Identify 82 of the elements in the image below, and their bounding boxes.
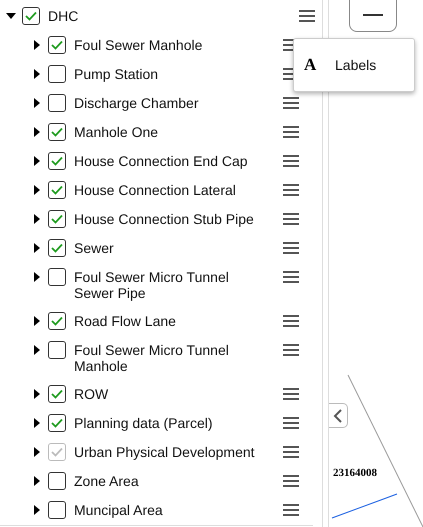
menu-icon[interactable] <box>283 213 299 225</box>
check-icon <box>51 156 63 166</box>
checkbox[interactable] <box>48 268 66 286</box>
check-icon <box>51 127 63 137</box>
caret-right-icon[interactable] <box>34 243 40 253</box>
menu-icon[interactable] <box>283 97 299 109</box>
caret-right-icon[interactable] <box>34 40 40 50</box>
layer-name: Planning data (Parcel) <box>74 414 214 431</box>
layer-name: House Connection Lateral <box>74 181 237 198</box>
caret-right-icon[interactable] <box>34 316 40 326</box>
caret-right-icon[interactable] <box>34 69 40 79</box>
layer-name: House Connection Stub Pipe <box>74 210 255 227</box>
checkbox[interactable] <box>48 123 66 141</box>
caret-right-icon[interactable] <box>34 272 40 282</box>
check-icon <box>51 40 63 50</box>
map-label: 23164008 <box>333 467 377 479</box>
check-icon <box>25 11 37 21</box>
layer-name: Road Flow Lane <box>74 312 177 329</box>
layer-name: DHC <box>48 7 80 24</box>
caret-right-icon[interactable] <box>34 156 40 166</box>
layer-name: Foul Sewer Micro Tunnel Manhole <box>74 341 230 374</box>
layer-name: Manhole One <box>74 123 160 140</box>
checkbox[interactable] <box>48 414 66 432</box>
menu-icon[interactable] <box>283 446 299 458</box>
menu-icon[interactable] <box>283 126 299 138</box>
caret-down-icon[interactable] <box>6 13 16 19</box>
checkbox[interactable] <box>22 7 40 25</box>
checkbox[interactable] <box>48 239 66 257</box>
caret-right-icon[interactable] <box>34 345 40 355</box>
collapse-button[interactable] <box>329 403 348 428</box>
menu-icon[interactable] <box>283 155 299 167</box>
menu-icon[interactable] <box>283 417 299 429</box>
layer-name: House Connection End Cap <box>74 152 249 169</box>
menu-icon[interactable] <box>283 184 299 196</box>
menu-item[interactable]: A Labels <box>294 39 414 91</box>
layer-name: Urban Physical Development <box>74 443 256 460</box>
checkbox[interactable] <box>48 341 66 359</box>
check-icon <box>51 389 63 399</box>
layer-name: Foul Sewer Manhole <box>74 36 204 53</box>
checkbox[interactable] <box>48 65 66 83</box>
check-icon <box>51 243 63 253</box>
checkbox[interactable] <box>48 36 66 54</box>
minus-icon <box>363 14 383 16</box>
checkbox[interactable] <box>48 501 66 519</box>
checkbox[interactable] <box>48 94 66 112</box>
checkbox[interactable] <box>48 181 66 199</box>
layer-name: Foul Sewer Micro Tunnel Sewer Pipe <box>74 268 230 301</box>
caret-right-icon[interactable] <box>34 476 40 486</box>
layer-name: ROW <box>74 385 110 402</box>
checkbox[interactable] <box>48 385 66 403</box>
layer-name: Zone Area <box>74 472 140 489</box>
layer-name: Muncipal Area <box>74 501 164 518</box>
check-icon <box>51 316 63 326</box>
caret-right-icon[interactable] <box>34 185 40 195</box>
menu-icon[interactable] <box>299 10 315 22</box>
caret-right-icon[interactable] <box>34 389 40 399</box>
caret-right-icon[interactable] <box>34 505 40 515</box>
checkbox[interactable] <box>48 472 66 490</box>
menu-icon[interactable] <box>283 388 299 400</box>
layer-name: Pump Station <box>74 65 160 82</box>
layer-name: Discharge Chamber <box>74 94 200 111</box>
menu-icon[interactable] <box>283 271 299 283</box>
checkbox[interactable] <box>48 152 66 170</box>
checkbox[interactable] <box>48 312 66 330</box>
menu-icon[interactable] <box>283 344 299 356</box>
check-icon <box>51 214 63 224</box>
menu-icon[interactable] <box>283 315 299 327</box>
layer-name: Sewer <box>74 239 115 256</box>
caret-right-icon[interactable] <box>34 214 40 224</box>
checkbox[interactable] <box>48 210 66 228</box>
menu-icon[interactable] <box>283 475 299 487</box>
caret-right-icon[interactable] <box>34 127 40 137</box>
check-icon <box>51 185 63 195</box>
menu-icon[interactable] <box>283 242 299 254</box>
caret-right-icon[interactable] <box>34 418 40 428</box>
chevron-left-icon <box>333 408 343 422</box>
caret-right-icon[interactable] <box>34 98 40 108</box>
zoom-out-button[interactable] <box>349 0 397 32</box>
check-icon <box>51 418 63 428</box>
menu-icon[interactable] <box>283 504 299 516</box>
text-icon: A <box>304 55 335 75</box>
check-icon <box>51 447 63 457</box>
